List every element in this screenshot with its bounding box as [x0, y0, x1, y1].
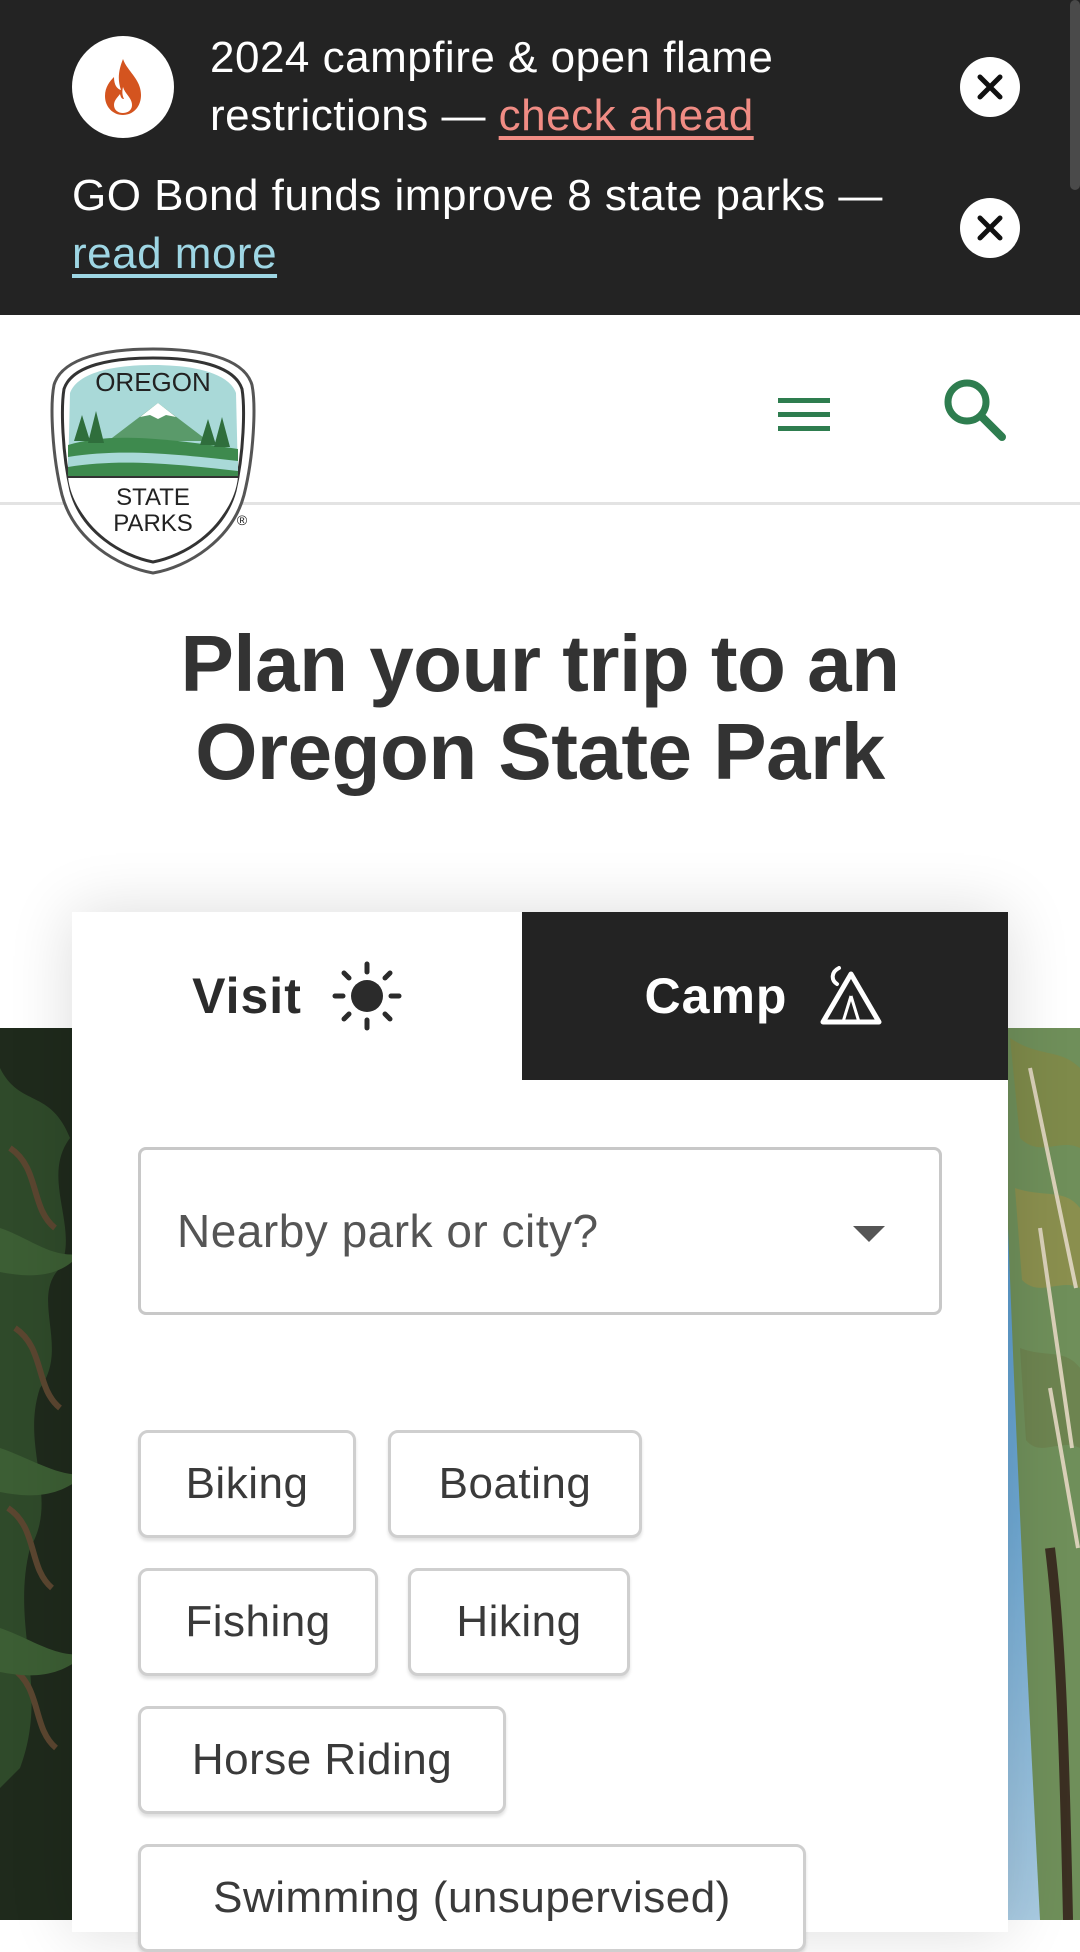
tab-camp-label: Camp — [644, 968, 788, 1024]
search-icon — [944, 379, 1006, 441]
scrollbar[interactable] — [1070, 0, 1080, 190]
menu-button[interactable] — [774, 390, 834, 440]
tab-visit[interactable]: Visit — [72, 912, 522, 1080]
alert-go-bond-text: GO Bond funds improve 8 state parks — re… — [72, 167, 922, 283]
logo-registered-mark: ® — [237, 512, 248, 528]
tab-camp[interactable]: Camp — [522, 912, 1008, 1080]
tab-visit-label: Visit — [192, 968, 302, 1024]
close-icon — [977, 74, 1003, 100]
read-more-link[interactable]: read more — [72, 229, 277, 278]
location-select[interactable]: Nearby park or city? — [138, 1147, 942, 1315]
logo-parks-text: PARKS — [113, 510, 193, 537]
close-icon — [977, 215, 1003, 241]
logo-state-text: STATE — [116, 484, 190, 511]
alert-go-bond-message: GO Bond funds improve 8 state parks — — [72, 171, 883, 220]
sun-icon — [332, 961, 402, 1031]
logo-oregon-text: OREGON — [95, 367, 211, 397]
flame-icon — [72, 36, 174, 138]
activity-chip-biking[interactable]: Biking — [138, 1430, 356, 1538]
check-ahead-link[interactable]: check ahead — [499, 91, 754, 140]
activity-chip-hiking[interactable]: Hiking — [408, 1568, 630, 1676]
activity-chip-fishing[interactable]: Fishing — [138, 1568, 378, 1676]
close-alert-go-bond-button[interactable] — [960, 198, 1020, 258]
chevron-down-icon — [853, 1226, 885, 1242]
oregon-state-parks-logo[interactable]: OREGON STATE PARKS ® — [48, 345, 258, 575]
hamburger-menu-icon — [778, 398, 830, 431]
location-select-placeholder: Nearby park or city? — [177, 1205, 599, 1257]
alert-campfire-text: 2024 campfire & open flame restrictions … — [210, 29, 910, 145]
trip-planner-card: Visit Camp Nearby park or city? Biking B… — [72, 912, 1008, 1952]
tent-icon — [820, 966, 882, 1025]
alert-banner: 2024 campfire & open flame restrictions … — [0, 0, 1080, 315]
activity-chip-boating[interactable]: Boating — [388, 1430, 642, 1538]
activity-chip-swimming[interactable]: Swimming (unsupervised) — [138, 1844, 806, 1952]
close-alert-campfire-button[interactable] — [960, 57, 1020, 117]
search-button[interactable] — [940, 375, 1010, 445]
page-title: Plan your trip to an Oregon State Park — [180, 619, 900, 796]
activity-chip-horse-riding[interactable]: Horse Riding — [138, 1706, 506, 1814]
